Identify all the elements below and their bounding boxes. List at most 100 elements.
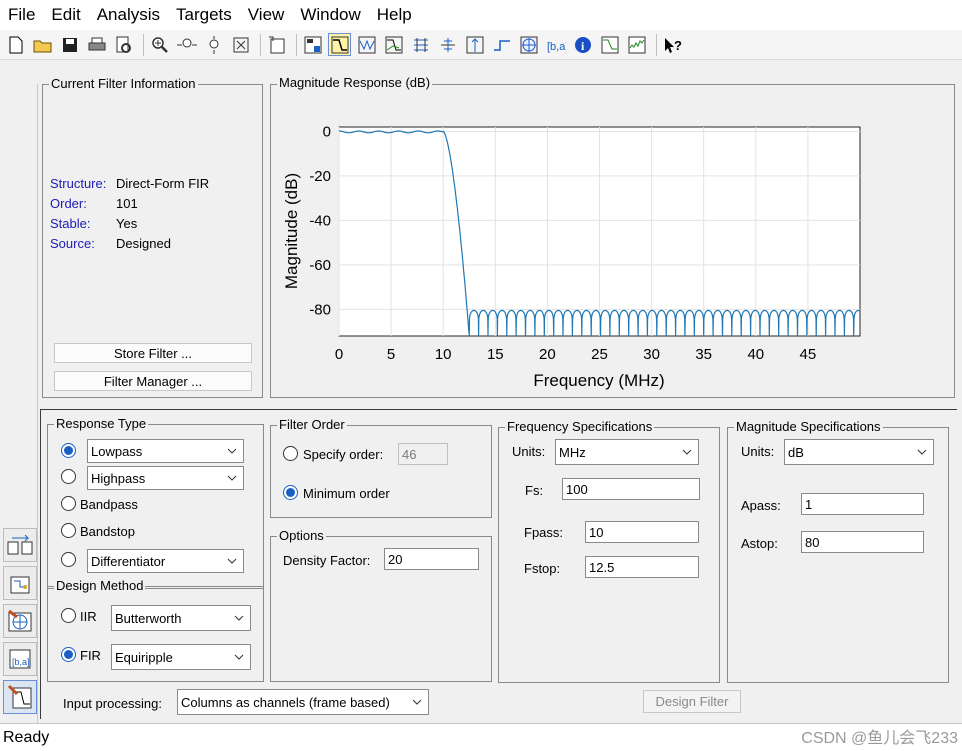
full-view-icon[interactable] — [229, 33, 252, 56]
mag-phase-icon[interactable] — [382, 33, 405, 56]
lowpass-radio[interactable] — [61, 443, 76, 458]
filter-info-icon[interactable] — [301, 33, 324, 56]
impulse-response-icon[interactable] — [463, 33, 486, 56]
menu-edit[interactable]: Edit — [43, 5, 88, 25]
fir-radio[interactable] — [61, 647, 76, 662]
bandstop-label[interactable]: Bandstop — [80, 524, 135, 539]
save-icon[interactable] — [58, 33, 81, 56]
specify-order-label[interactable]: Specify order: — [303, 447, 383, 462]
watermark: CSDN @鱼儿会飞233 — [801, 730, 958, 747]
fpass-field[interactable]: 10 — [585, 521, 699, 543]
fs-field[interactable]: 100 — [562, 478, 700, 500]
fir-method-select[interactable]: Equiripple — [111, 644, 251, 670]
freq-units-label: Units: — [512, 444, 546, 459]
magnitude-response-title: Magnitude Response (dB) — [277, 75, 433, 91]
options-title: Options — [277, 528, 326, 544]
menu-view[interactable]: View — [240, 5, 293, 25]
y-tick-label: 0 — [323, 123, 331, 140]
zoom-x-icon[interactable] — [175, 33, 198, 56]
iir-method-select[interactable]: Butterworth — [111, 605, 251, 631]
store-filter-button[interactable]: Store Filter ... — [54, 343, 252, 363]
filter-order-title: Filter Order — [277, 417, 347, 433]
chevron-down-icon — [227, 475, 237, 481]
minimum-order-label[interactable]: Minimum order — [303, 486, 390, 501]
filter-manager-button[interactable]: Filter Manager ... — [54, 371, 252, 391]
differentiator-select-value: Differentiator — [91, 553, 166, 569]
lowpass-select[interactable]: Lowpass — [87, 439, 244, 463]
apass-label: Apass: — [741, 498, 781, 513]
density-factor-field[interactable]: 20 — [384, 548, 479, 570]
group-delay-icon[interactable] — [409, 33, 432, 56]
x-tick-label: 40 — [747, 346, 764, 363]
input-processing-select[interactable]: Columns as channels (frame based) — [177, 689, 429, 715]
new-window-icon[interactable] — [265, 33, 288, 56]
side-design-filter-icon[interactable] — [3, 680, 37, 714]
toolbar-separator — [260, 33, 261, 56]
minimum-order-radio[interactable] — [283, 485, 298, 500]
bandpass-label[interactable]: Bandpass — [80, 497, 138, 512]
menu-targets[interactable]: Targets — [168, 5, 240, 25]
magnitude-response-icon[interactable] — [328, 33, 351, 56]
specify-order-field[interactable]: 46 — [398, 443, 448, 465]
x-axis-label: Frequency (MHz) — [533, 371, 664, 390]
toolbar-separator — [296, 33, 297, 56]
astop-field[interactable]: 80 — [801, 531, 924, 553]
design-filter-button[interactable]: Design Filter — [643, 690, 741, 713]
differentiator-radio[interactable] — [61, 552, 76, 567]
fstop-label: Fstop: — [524, 561, 561, 576]
differentiator-select[interactable]: Differentiator — [87, 549, 244, 573]
source-value: Designed — [116, 236, 171, 251]
print-preview-icon[interactable] — [112, 33, 135, 56]
phase-response-icon[interactable] — [355, 33, 378, 56]
chevron-down-icon — [917, 449, 927, 455]
zoom-y-icon[interactable] — [202, 33, 225, 56]
y-ticks: 0 -20 -40 -60 -80 — [309, 123, 331, 318]
stable-value: Yes — [116, 216, 138, 231]
noise-power-icon[interactable] — [625, 33, 648, 56]
toolbar-separator — [656, 33, 657, 56]
magnitude-estimate-icon[interactable] — [598, 33, 621, 56]
pole-zero-icon[interactable] — [517, 33, 540, 56]
freq-units-value: MHz — [559, 444, 586, 460]
coefficients-icon[interactable]: [b,a] — [544, 33, 567, 56]
iir-method-value: Butterworth — [115, 610, 182, 626]
toolbar: [b,a] i ? — [0, 30, 962, 60]
response-type-title: Response Type — [54, 416, 149, 432]
open-icon[interactable] — [31, 33, 54, 56]
highpass-select[interactable]: Highpass — [87, 466, 244, 490]
whats-this-icon[interactable]: ? — [661, 33, 684, 56]
iir-label[interactable]: IIR — [80, 609, 97, 624]
side-realize-model-icon[interactable] — [3, 566, 37, 600]
print-icon[interactable] — [85, 33, 108, 56]
y-tick-label: -60 — [309, 257, 331, 274]
mag-units-select[interactable]: dB — [784, 439, 934, 465]
input-processing-label: Input processing: — [63, 696, 163, 711]
lowpass-select-value: Lowpass — [91, 443, 143, 459]
order-label: Order: — [50, 196, 87, 211]
side-pole-zero-editor-icon[interactable] — [3, 604, 37, 638]
fs-label: Fs: — [525, 483, 544, 498]
menu-analysis[interactable]: Analysis — [89, 5, 168, 25]
side-import-filter-icon[interactable]: [b,a] — [3, 642, 37, 676]
apass-field[interactable]: 1 — [801, 493, 924, 515]
menu-file[interactable]: File — [0, 5, 43, 25]
side-transform-icon[interactable] — [3, 528, 37, 562]
phase-delay-icon[interactable] — [436, 33, 459, 56]
info-icon[interactable]: i — [571, 33, 594, 56]
freq-units-select[interactable]: MHz — [555, 439, 699, 465]
menu-window[interactable]: Window — [292, 5, 368, 25]
magnitude-specs-panel: Magnitude Specifications — [727, 419, 949, 683]
bandstop-radio[interactable] — [61, 523, 76, 538]
iir-radio[interactable] — [61, 608, 76, 623]
menu-help[interactable]: Help — [369, 5, 420, 25]
design-method-title: Design Method — [54, 578, 146, 594]
step-response-icon[interactable] — [490, 33, 513, 56]
specify-order-radio[interactable] — [283, 446, 298, 461]
highpass-radio[interactable] — [61, 469, 76, 484]
fir-label[interactable]: FIR — [80, 648, 101, 663]
fstop-field[interactable]: 12.5 — [585, 556, 699, 578]
zoom-in-icon[interactable] — [148, 33, 171, 56]
frequency-specs-panel: Frequency Specifications — [498, 419, 720, 683]
new-icon[interactable] — [4, 33, 27, 56]
bandpass-radio[interactable] — [61, 496, 76, 511]
